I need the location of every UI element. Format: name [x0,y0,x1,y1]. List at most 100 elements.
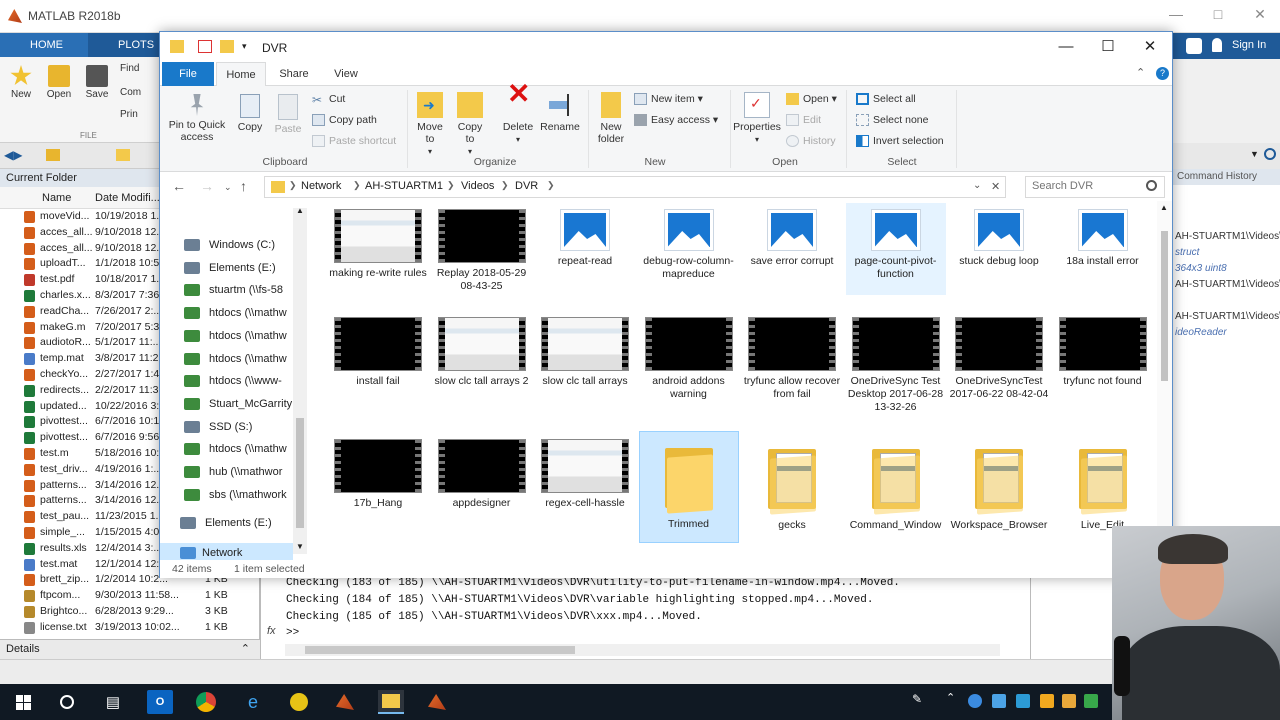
tray-app-icon[interactable] [1062,694,1076,708]
tab-view[interactable]: View [326,62,366,86]
sign-in-link[interactable]: Sign In [1232,39,1266,51]
tab-file[interactable]: File [162,62,214,86]
file-item[interactable]: gecks [742,433,842,532]
edit-button[interactable]: Edit [786,114,821,126]
chevron-right-icon[interactable]: ❯ [289,180,297,191]
properties-icon[interactable] [198,40,212,53]
nav-item[interactable]: hub (\\mathwor [184,462,282,482]
maximize-button[interactable]: ☐ [1086,35,1130,59]
customize-quick-access-icon[interactable]: ▾ [242,41,247,52]
history-item[interactable]: ideoReader [1175,327,1227,338]
maximize-icon[interactable]: □ [1198,6,1238,22]
tab-share[interactable]: Share [274,62,314,86]
file-item[interactable]: tryfunc not found [1053,311,1153,388]
edge-icon[interactable]: e [240,690,266,714]
copy-to-button[interactable]: Copy to ▾ [452,92,488,158]
file-item[interactable]: save error corrupt [742,203,842,268]
file-item[interactable]: Workspace_Browser [949,433,1049,532]
cut-button[interactable]: ✂ Cut [312,93,345,107]
address-dropdown-icon[interactable]: ⌄ [973,180,981,191]
file-view-scrollbar[interactable]: ▲ [1157,201,1172,566]
nav-item[interactable]: htdocs (\\mathw [184,349,287,369]
nav-item[interactable]: sbs (\\mathwork [184,485,287,505]
scrollbar-thumb[interactable] [1161,231,1168,381]
easy-access-button[interactable]: Easy access ▾ [634,114,718,126]
column-name[interactable]: Name [42,192,71,204]
file-item[interactable]: Trimmed [638,431,739,543]
paste-shortcut-button[interactable]: Paste shortcut [312,135,396,147]
history-item[interactable]: 364x3 uint8 [1175,263,1227,274]
file-item[interactable]: stuck debug loop [949,203,1049,268]
file-row[interactable]: ftpcom... 9/30/2013 11:58... 1 KB [0,588,260,604]
find-files-button[interactable]: Find [120,63,139,74]
file-item[interactable]: appdesigner [432,433,532,510]
tray-app-icon[interactable] [992,694,1006,708]
details-bar[interactable]: Details ⌃ [0,639,260,659]
nav-item[interactable]: htdocs (\\mathw [184,303,287,323]
breadcrumb-host[interactable]: AH-STUARTM1 [365,180,443,192]
file-item[interactable]: regex-cell-hassle [535,433,635,510]
file-item[interactable]: OneDriveSyncTest 2017-06-22 08-42-04 [949,311,1049,401]
select-all-button[interactable]: Select all [856,93,916,105]
tab-plots[interactable]: PLOTS [118,39,154,51]
paste-button[interactable]: Paste [270,94,306,135]
copy-button[interactable]: Copy [232,94,268,133]
nav-item-elements[interactable]: Elements (E:) [180,513,272,533]
compare-button[interactable]: Com [120,87,141,98]
chevron-right-icon[interactable]: ❯ [353,180,361,191]
move-to-button[interactable]: ➜ Move to ▾ [412,92,448,158]
print-button[interactable]: Prin [120,109,138,120]
scroll-up-icon[interactable]: ▲ [1160,203,1168,212]
matlab-icon[interactable] [424,690,450,714]
close-icon[interactable]: ✕ [1240,6,1280,23]
matlab-icon[interactable] [332,690,358,714]
tray-app-icon[interactable] [1016,694,1030,708]
file-item[interactable]: repeat-read [535,203,635,268]
select-none-button[interactable]: Select none [856,114,928,126]
search-icon[interactable] [1186,38,1202,54]
file-item[interactable]: debug-row-column-mapreduce [639,203,739,281]
file-item[interactable]: android addons warning [639,311,739,401]
file-item[interactable]: Replay 2018-05-29 08-43-25 [432,203,532,293]
clear-address-icon[interactable]: ✕ [991,180,1000,193]
minimize-icon[interactable]: — [1156,6,1196,22]
search-box[interactable] [1025,176,1165,198]
recent-locations-icon[interactable]: ⌄ [224,182,232,193]
file-item[interactable]: Live_Edit [1053,433,1153,532]
search-input[interactable] [1032,180,1142,192]
file-item[interactable]: 18a install error [1053,203,1153,268]
scroll-down-icon[interactable]: ▼ [296,542,304,551]
nav-item[interactable]: Windows (C:) [184,235,275,255]
delete-button[interactable]: ✕ Delete ▾ [498,80,538,146]
file-item[interactable]: tryfunc allow recover from fail [742,311,842,401]
tab-home[interactable]: Home [216,62,266,86]
pen-icon[interactable]: ✎ [912,692,926,706]
scrollbar-thumb[interactable] [305,646,575,654]
onedrive-icon[interactable] [968,694,982,708]
file-item[interactable]: slow clc tall arrays 2 [432,311,532,388]
pin-quick-access-button[interactable]: Pin to Quick access [166,94,228,143]
dropdown-icon[interactable]: ▼ [1250,149,1259,159]
chevron-right-icon[interactable]: ❯ [447,180,455,191]
chevron-up-icon[interactable]: ⌃ [241,642,250,655]
nav-item[interactable]: htdocs (\\www- [184,371,282,391]
nav-item[interactable]: Elements (E:) [184,258,276,278]
tray-app-icon[interactable] [1040,694,1054,708]
properties-button[interactable]: ✓ Properties ▾ [732,92,782,146]
bell-icon[interactable] [1212,38,1222,52]
windows-start-icon[interactable] [10,690,36,714]
file-item[interactable]: install fail [328,311,428,388]
back-icon[interactable]: ◀▶ [4,148,22,162]
nav-item[interactable]: htdocs (\\mathw [184,326,287,346]
collapse-ribbon-icon[interactable]: ⌃ [1136,66,1145,79]
fx-icon[interactable]: fx [267,625,276,637]
nav-item[interactable]: stuartm (\\fs-58 [184,280,283,300]
command-prompt[interactable]: >> [286,627,299,639]
history-item[interactable]: AH-STUARTM1\Videos\ [1175,311,1280,322]
norton-icon[interactable] [286,690,312,714]
outlook-icon[interactable]: O [147,690,173,714]
file-row[interactable]: license.txt 3/19/2013 10:02... 1 KB [0,620,260,636]
navigation-scrollbar[interactable]: ▲ ▼ [293,206,307,554]
file-item[interactable]: OneDriveSync Test Desktop 2017-06-28 13-… [846,311,946,414]
up-folder-icon[interactable] [46,149,60,161]
